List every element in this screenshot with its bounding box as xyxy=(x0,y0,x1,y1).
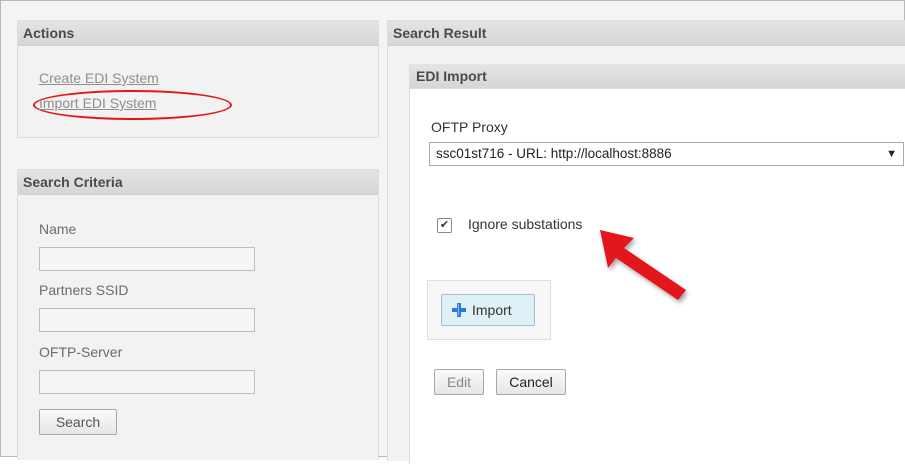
import-button[interactable]: Import xyxy=(441,294,535,326)
edit-button[interactable]: Edit xyxy=(434,369,484,395)
red-arrow-icon xyxy=(600,230,686,300)
oftp-server-input[interactable] xyxy=(39,370,255,394)
checkmark-icon: ✔ xyxy=(439,219,450,231)
plus-icon xyxy=(452,303,466,317)
search-result-header: Search Result xyxy=(388,21,905,46)
edi-import-header: EDI Import xyxy=(410,64,905,89)
oftp-proxy-select[interactable]: ssc01st716 - URL: http://localhost:8886 … xyxy=(429,142,904,166)
partners-ssid-label: Partners SSID xyxy=(39,282,129,298)
actions-panel: Actions Create EDI System Import EDI Sys… xyxy=(17,20,379,138)
ignore-substations-label: Ignore substations xyxy=(468,216,583,232)
oftp-proxy-selected-value: ssc01st716 - URL: http://localhost:8886 xyxy=(436,146,672,161)
import-button-container: Import xyxy=(427,280,551,340)
import-button-label: Import xyxy=(472,302,512,318)
import-edi-system-link[interactable]: Import EDI System xyxy=(39,95,156,111)
oftp-server-label: OFTP-Server xyxy=(39,344,123,360)
ignore-substations-checkbox[interactable]: ✔ xyxy=(437,218,452,233)
create-edi-system-link[interactable]: Create EDI System xyxy=(39,70,159,86)
name-label: Name xyxy=(39,221,77,237)
actions-panel-header: Actions xyxy=(18,21,378,46)
cancel-button[interactable]: Cancel xyxy=(496,369,566,395)
import-link-wrapper: Import EDI System xyxy=(33,90,232,120)
dropdown-arrow-icon: ▼ xyxy=(886,148,897,160)
partners-ssid-input[interactable] xyxy=(39,308,255,332)
oftp-proxy-label: OFTP Proxy xyxy=(431,119,508,135)
search-criteria-header: Search Criteria xyxy=(18,170,378,195)
search-criteria-panel: Search Criteria Name Partners SSID OFTP-… xyxy=(17,169,379,460)
name-input[interactable] xyxy=(39,247,255,271)
search-button[interactable]: Search xyxy=(39,409,117,435)
